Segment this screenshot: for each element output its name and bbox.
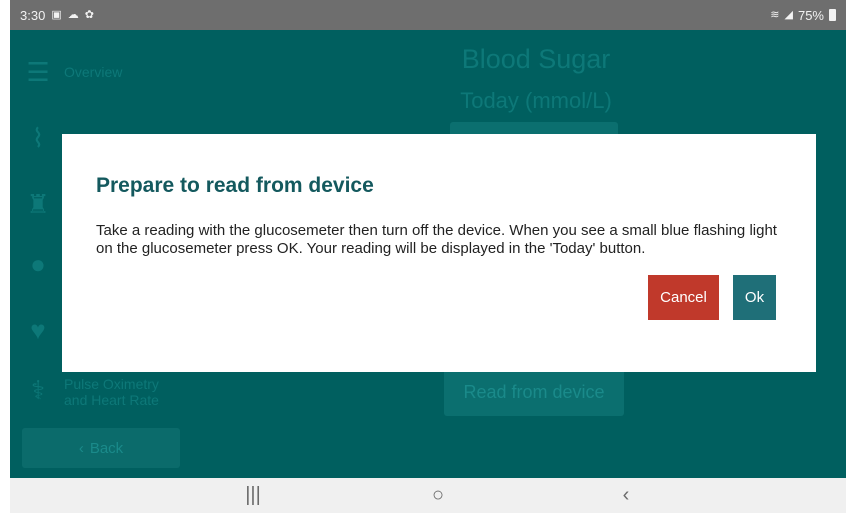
pulse-label-line1: Pulse Oximetry [64,376,159,392]
chevron-left-icon: ‹ [78,439,84,457]
status-time: 3:30 [20,7,46,23]
signal-icon: ◢ [784,8,793,21]
page-subtitle: Today (mmol/L) [460,88,612,113]
ok-button[interactable]: Ok [733,275,776,320]
droplet-icon: ♜ [26,188,50,219]
sidebar-item-blood-sugar[interactable]: ♜ [22,188,54,219]
pulse-label-line2: and Heart Rate [64,392,159,408]
status-right: ≋ ◢ 75% [770,8,836,23]
dialog-message: Take a reading with the glucosemeter the… [96,222,777,257]
read-from-device-button[interactable]: Read from device [444,368,624,416]
menu-icon: ☰ [26,56,50,87]
prepare-dialog: Prepare to read from device Take a readi… [62,134,816,372]
cancel-button[interactable]: Cancel [648,275,719,320]
heart-icon: ♥ [30,314,46,345]
back-icon[interactable]: ‹ [596,478,656,513]
stethoscope-icon: ⚕ [30,374,46,405]
wifi-icon: ≋ [770,8,780,21]
person-icon: ● [30,248,46,279]
battery-icon [829,9,836,21]
sidebar-menu-label: Overview [64,64,123,80]
home-icon[interactable]: ○ [408,478,468,513]
dialog-title: Prepare to read from device [96,174,374,197]
sidebar-item-pulse[interactable]: ⚕ Pulse Oximetry and Heart Rate [22,374,159,409]
battery-percent: 75% [797,7,824,23]
status-bar: 3:30 ▣ ☁ ✿ ≋ ◢ 75% [10,0,846,30]
sidebar-item-profile[interactable]: ● [22,248,54,279]
cloud-icon: ☁ [67,8,79,21]
gallery-icon: ▣ [51,8,62,21]
sidebar-item-heart[interactable]: ♥ [22,314,54,345]
sidebar-item-overview[interactable]: ⌇ [22,122,54,153]
back-button-label: Back [89,439,124,457]
sidebar-menu[interactable]: ☰ Overview [22,56,123,87]
sidebar-pulse-label: Pulse Oximetry and Heart Rate [64,376,159,408]
page-title: Blood Sugar [461,44,611,74]
chart-icon: ⌇ [31,122,45,153]
settings-icon: ✿ [84,8,94,21]
status-left: 3:30 ▣ ☁ ✿ [20,8,94,23]
back-button[interactable]: ‹ Back [22,428,180,468]
device-frame: 3:30 ▣ ☁ ✿ ≋ ◢ 75% ☰ Overview ⌇ ♜ ● ♥ ⚕ … [10,0,846,513]
navigation-bar: ||| ○ ‹ [10,478,846,513]
recents-icon[interactable]: ||| [223,478,283,513]
